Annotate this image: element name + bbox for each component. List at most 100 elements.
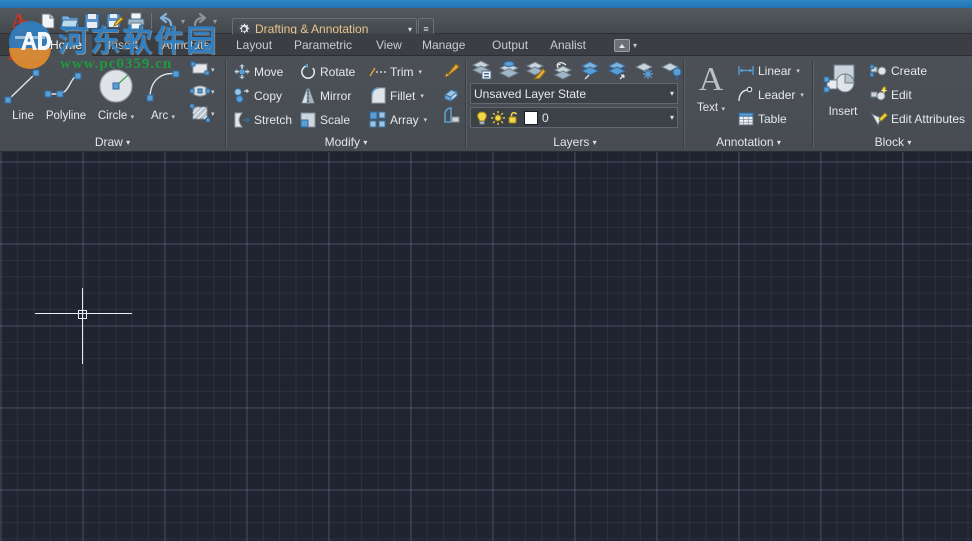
tab-layout[interactable]: Layout — [226, 34, 282, 56]
layer-previous-button[interactable] — [551, 59, 575, 81]
block-insert-label: Insert — [828, 106, 858, 118]
modify-rotate-button[interactable]: Rotate — [299, 61, 355, 83]
panel-layers-title[interactable]: Layers ▾ — [467, 132, 683, 152]
new-document-icon[interactable] — [38, 11, 58, 31]
layer-isolate-button[interactable] — [660, 59, 684, 81]
tab-view[interactable]: View — [366, 34, 412, 56]
save-as-document-icon[interactable] — [104, 11, 124, 31]
undo-icon[interactable] — [157, 11, 177, 31]
copy-icon — [233, 87, 251, 105]
chevron-down-icon[interactable]: ▾ — [408, 25, 412, 34]
edit-block-icon — [870, 86, 888, 104]
modify-trim-button[interactable]: Trim ▾ — [369, 61, 422, 83]
modify-mirror-label: Mirror — [320, 89, 352, 103]
array-icon — [369, 111, 387, 129]
panel-annotation-title[interactable]: Annotation ▾ — [685, 132, 812, 152]
draw-rectangle-button[interactable] — [190, 60, 210, 80]
modify-fillet-dropdown-caret[interactable]: ▾ — [420, 92, 424, 100]
modify-move-button[interactable]: Move — [233, 61, 283, 83]
modify-mirror-button[interactable]: Mirror — [299, 85, 351, 107]
annotation-leader-button[interactable]: Leader ▾ — [737, 84, 804, 106]
draw-line-label: Line — [12, 110, 34, 122]
layer-off-button[interactable] — [578, 59, 602, 81]
modify-stretch-label: Stretch — [254, 113, 293, 127]
panel-modify-title[interactable]: Modify ▾ — [227, 132, 465, 152]
annotation-table-button[interactable]: Table — [737, 108, 787, 130]
block-create-button[interactable]: Create — [870, 60, 927, 82]
window-title-bar — [0, 0, 972, 8]
tab-parametric[interactable]: Parametric — [284, 34, 362, 56]
layer-freeze-button[interactable] — [633, 59, 657, 81]
layer-state-dropdown[interactable]: Unsaved Layer State ▾ — [470, 83, 678, 104]
tab-insert[interactable]: Insert — [98, 34, 148, 56]
tab-analist[interactable]: Analist — [540, 34, 596, 56]
block-edit-button[interactable]: Edit — [870, 84, 912, 106]
tab-home[interactable]: Home — [40, 34, 93, 56]
layer-on-bulb-icon[interactable] — [474, 110, 490, 126]
tab-annotate[interactable]: Annotate — [152, 34, 220, 56]
ribbon-minimize-button[interactable]: ▾ — [614, 37, 637, 53]
draw-hatch-dropdown-caret[interactable]: ▾ — [211, 110, 215, 118]
modify-fillet-button[interactable]: Fillet ▾ — [369, 85, 424, 107]
undo-dropdown-caret[interactable]: ▾ — [179, 17, 187, 26]
modify-copy-button[interactable]: Copy — [233, 85, 282, 107]
annotation-text-dropdown-caret[interactable]: ▾ — [721, 106, 725, 113]
annotation-text-button[interactable]: A Text ▾ — [689, 60, 733, 115]
layer-isolate-icon — [660, 59, 684, 81]
draw-ellipse-dropdown-caret[interactable]: ▾ — [211, 88, 215, 96]
plot-document-icon[interactable] — [126, 11, 146, 31]
draw-arc-dropdown-caret[interactable]: ▾ — [172, 114, 176, 121]
tab-output[interactable]: Output — [482, 34, 538, 56]
layer-thaw-sun-icon[interactable] — [490, 110, 506, 126]
redo-dropdown-caret[interactable]: ▾ — [211, 17, 219, 26]
layer-unlock-icon[interactable] — [506, 110, 522, 126]
draw-arc-button[interactable]: Arc ▾ — [140, 64, 186, 122]
panel-block-title[interactable]: Block ▾ — [814, 132, 972, 152]
application-menu-button[interactable]: A — [4, 9, 34, 33]
annotation-leader-dropdown-caret[interactable]: ▾ — [800, 91, 804, 99]
block-edit-attributes-label: Edit Attributes — [891, 112, 966, 126]
ribbon-panels: Line Polyline Circle ▾ Arc ▾ ▾ ▾ ▾ Draw … — [0, 56, 972, 152]
panel-draw-title[interactable]: Draw ▾ — [0, 132, 225, 152]
layer-on-button[interactable] — [605, 59, 629, 81]
leader-icon — [737, 86, 755, 104]
layer-match-button[interactable] — [524, 59, 548, 81]
draw-rectangle-dropdown-caret[interactable]: ▾ — [211, 66, 215, 74]
draw-hatch-button[interactable] — [190, 104, 210, 124]
draw-ellipse-button[interactable] — [190, 82, 210, 102]
annotation-linear-dropdown-caret[interactable]: ▾ — [796, 67, 800, 75]
draw-circle-dropdown-caret[interactable]: ▾ — [131, 114, 135, 121]
chevron-down-icon: ▾ — [669, 89, 674, 98]
set-to-bylayer-icon — [442, 106, 462, 126]
modify-scale-button[interactable]: Scale — [299, 109, 350, 131]
draw-circle-button[interactable]: Circle ▾ — [93, 64, 139, 122]
save-document-icon[interactable] — [82, 11, 102, 31]
modify-stretch-button[interactable]: Stretch — [233, 109, 292, 131]
modify-set-bylayer-button[interactable] — [442, 106, 462, 126]
layer-make-current-button[interactable] — [497, 59, 521, 81]
modify-match-properties-button[interactable] — [442, 60, 462, 80]
redo-icon[interactable] — [189, 11, 209, 31]
modify-trim-dropdown-caret[interactable]: ▾ — [419, 68, 423, 76]
modify-array-dropdown-caret[interactable]: ▾ — [424, 116, 428, 124]
toolbar-divider — [151, 13, 152, 29]
draw-polyline-button[interactable]: Polyline — [40, 64, 92, 122]
modify-array-button[interactable]: Array ▾ — [369, 109, 427, 131]
open-document-icon[interactable] — [60, 11, 80, 31]
drawing-canvas[interactable] — [0, 152, 972, 541]
block-insert-button[interactable]: Insert — [818, 60, 868, 118]
annotation-linear-button[interactable]: Linear ▾ — [737, 60, 800, 82]
arc-icon — [140, 64, 186, 108]
table-icon — [737, 110, 755, 128]
layer-off-icon — [578, 59, 602, 81]
layer-properties-button[interactable] — [470, 59, 494, 81]
hatch-tool-icon — [190, 104, 210, 122]
panel-annotation: A Text ▾ Linear ▾ Leader ▾ Table Annotat… — [685, 56, 812, 152]
current-layer-dropdown[interactable]: 0 ▾ — [470, 107, 678, 128]
block-edit-attributes-button[interactable]: Edit Attributes — [870, 108, 965, 130]
chevron-down-icon: ▾ — [363, 138, 368, 147]
tab-manage[interactable]: Manage — [412, 34, 475, 56]
polyline-icon — [40, 64, 92, 108]
modify-explode-button[interactable] — [442, 83, 462, 103]
layer-color-swatch[interactable] — [524, 110, 538, 125]
